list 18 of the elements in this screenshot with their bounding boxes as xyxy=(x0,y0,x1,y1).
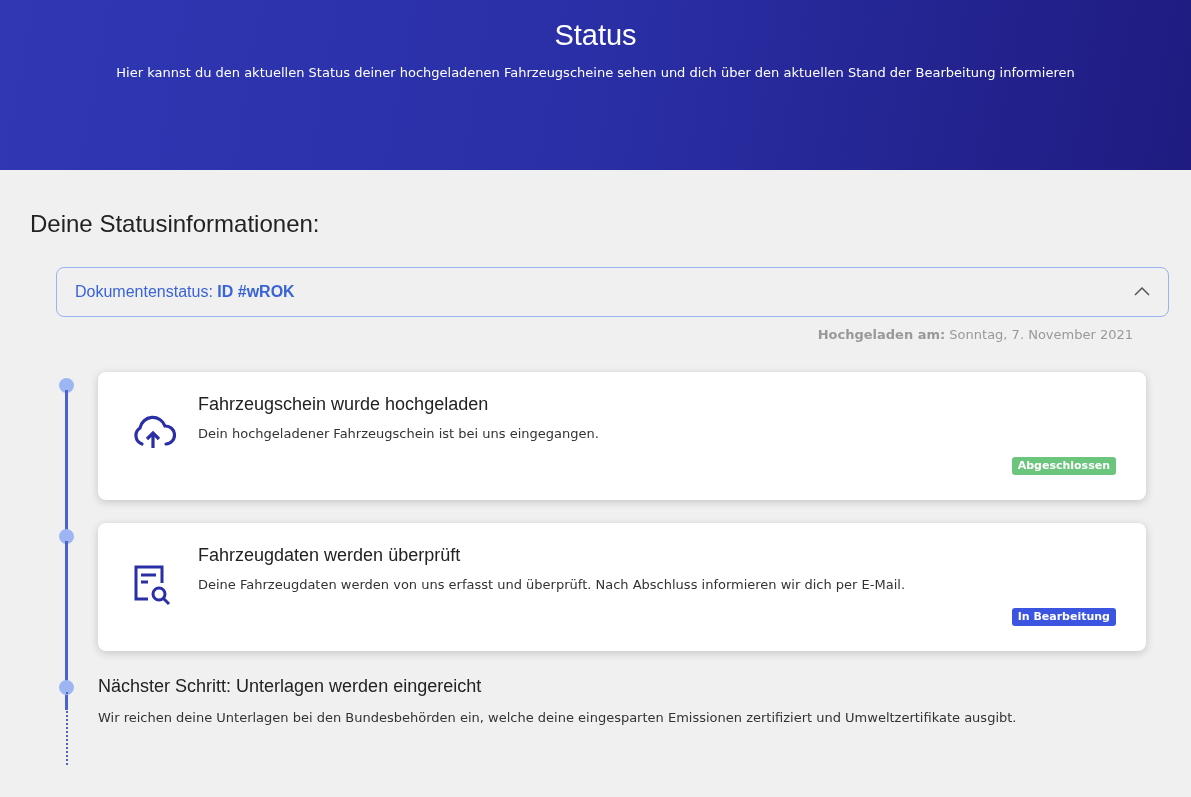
step-title: Fahrzeugdaten werden überprüft xyxy=(198,545,462,567)
status-label: Abgeschlossen xyxy=(1011,456,1116,476)
status-label: In Bearbeitung xyxy=(1011,607,1116,627)
step-title: Fahrzeugschein wurde hochgeladen xyxy=(198,394,490,416)
page-subtitle: Hier kannst du den aktuellen Status deiner hochgeladenen Fahrzeugscheine sehen und dich über den aktuellen Stand der Bearbeitung informieren xyxy=(115,63,1076,82)
timeline-dot xyxy=(59,529,74,545)
timeline-dot xyxy=(59,680,74,696)
upload-date: Hochgeladen am: Sonntag, 7. November 2021 xyxy=(816,325,1133,344)
page-title: Status xyxy=(553,18,638,53)
section-title: Deine Statusinformationen: xyxy=(30,210,321,239)
timeline-dot xyxy=(59,378,74,394)
document-status-accordion[interactable]: Dokumentenstatus: ID #wROK xyxy=(56,266,1169,317)
step-description: Wir reichen deine Unterlagen bei den Bundesbehörden ein, welche deine eingesparten Emissionen zertifiziert und Umweltzertifikate ausgibt. xyxy=(98,708,1017,727)
step-description: Dein hochgeladener Fahrzeugschein ist bei uns eingegangen. xyxy=(198,424,599,443)
chevron-icon xyxy=(1134,286,1150,298)
step-title: Nächster Schritt: Unterlagen werden eingereicht xyxy=(98,676,483,698)
accordion-label: Dokumentenstatus: ID #wROK xyxy=(75,281,295,302)
step-description: Deine Fahrzeugdaten werden von uns erfasst und überprüft. Nach Abschluss informieren wir dich per E-Mail. xyxy=(198,575,905,594)
